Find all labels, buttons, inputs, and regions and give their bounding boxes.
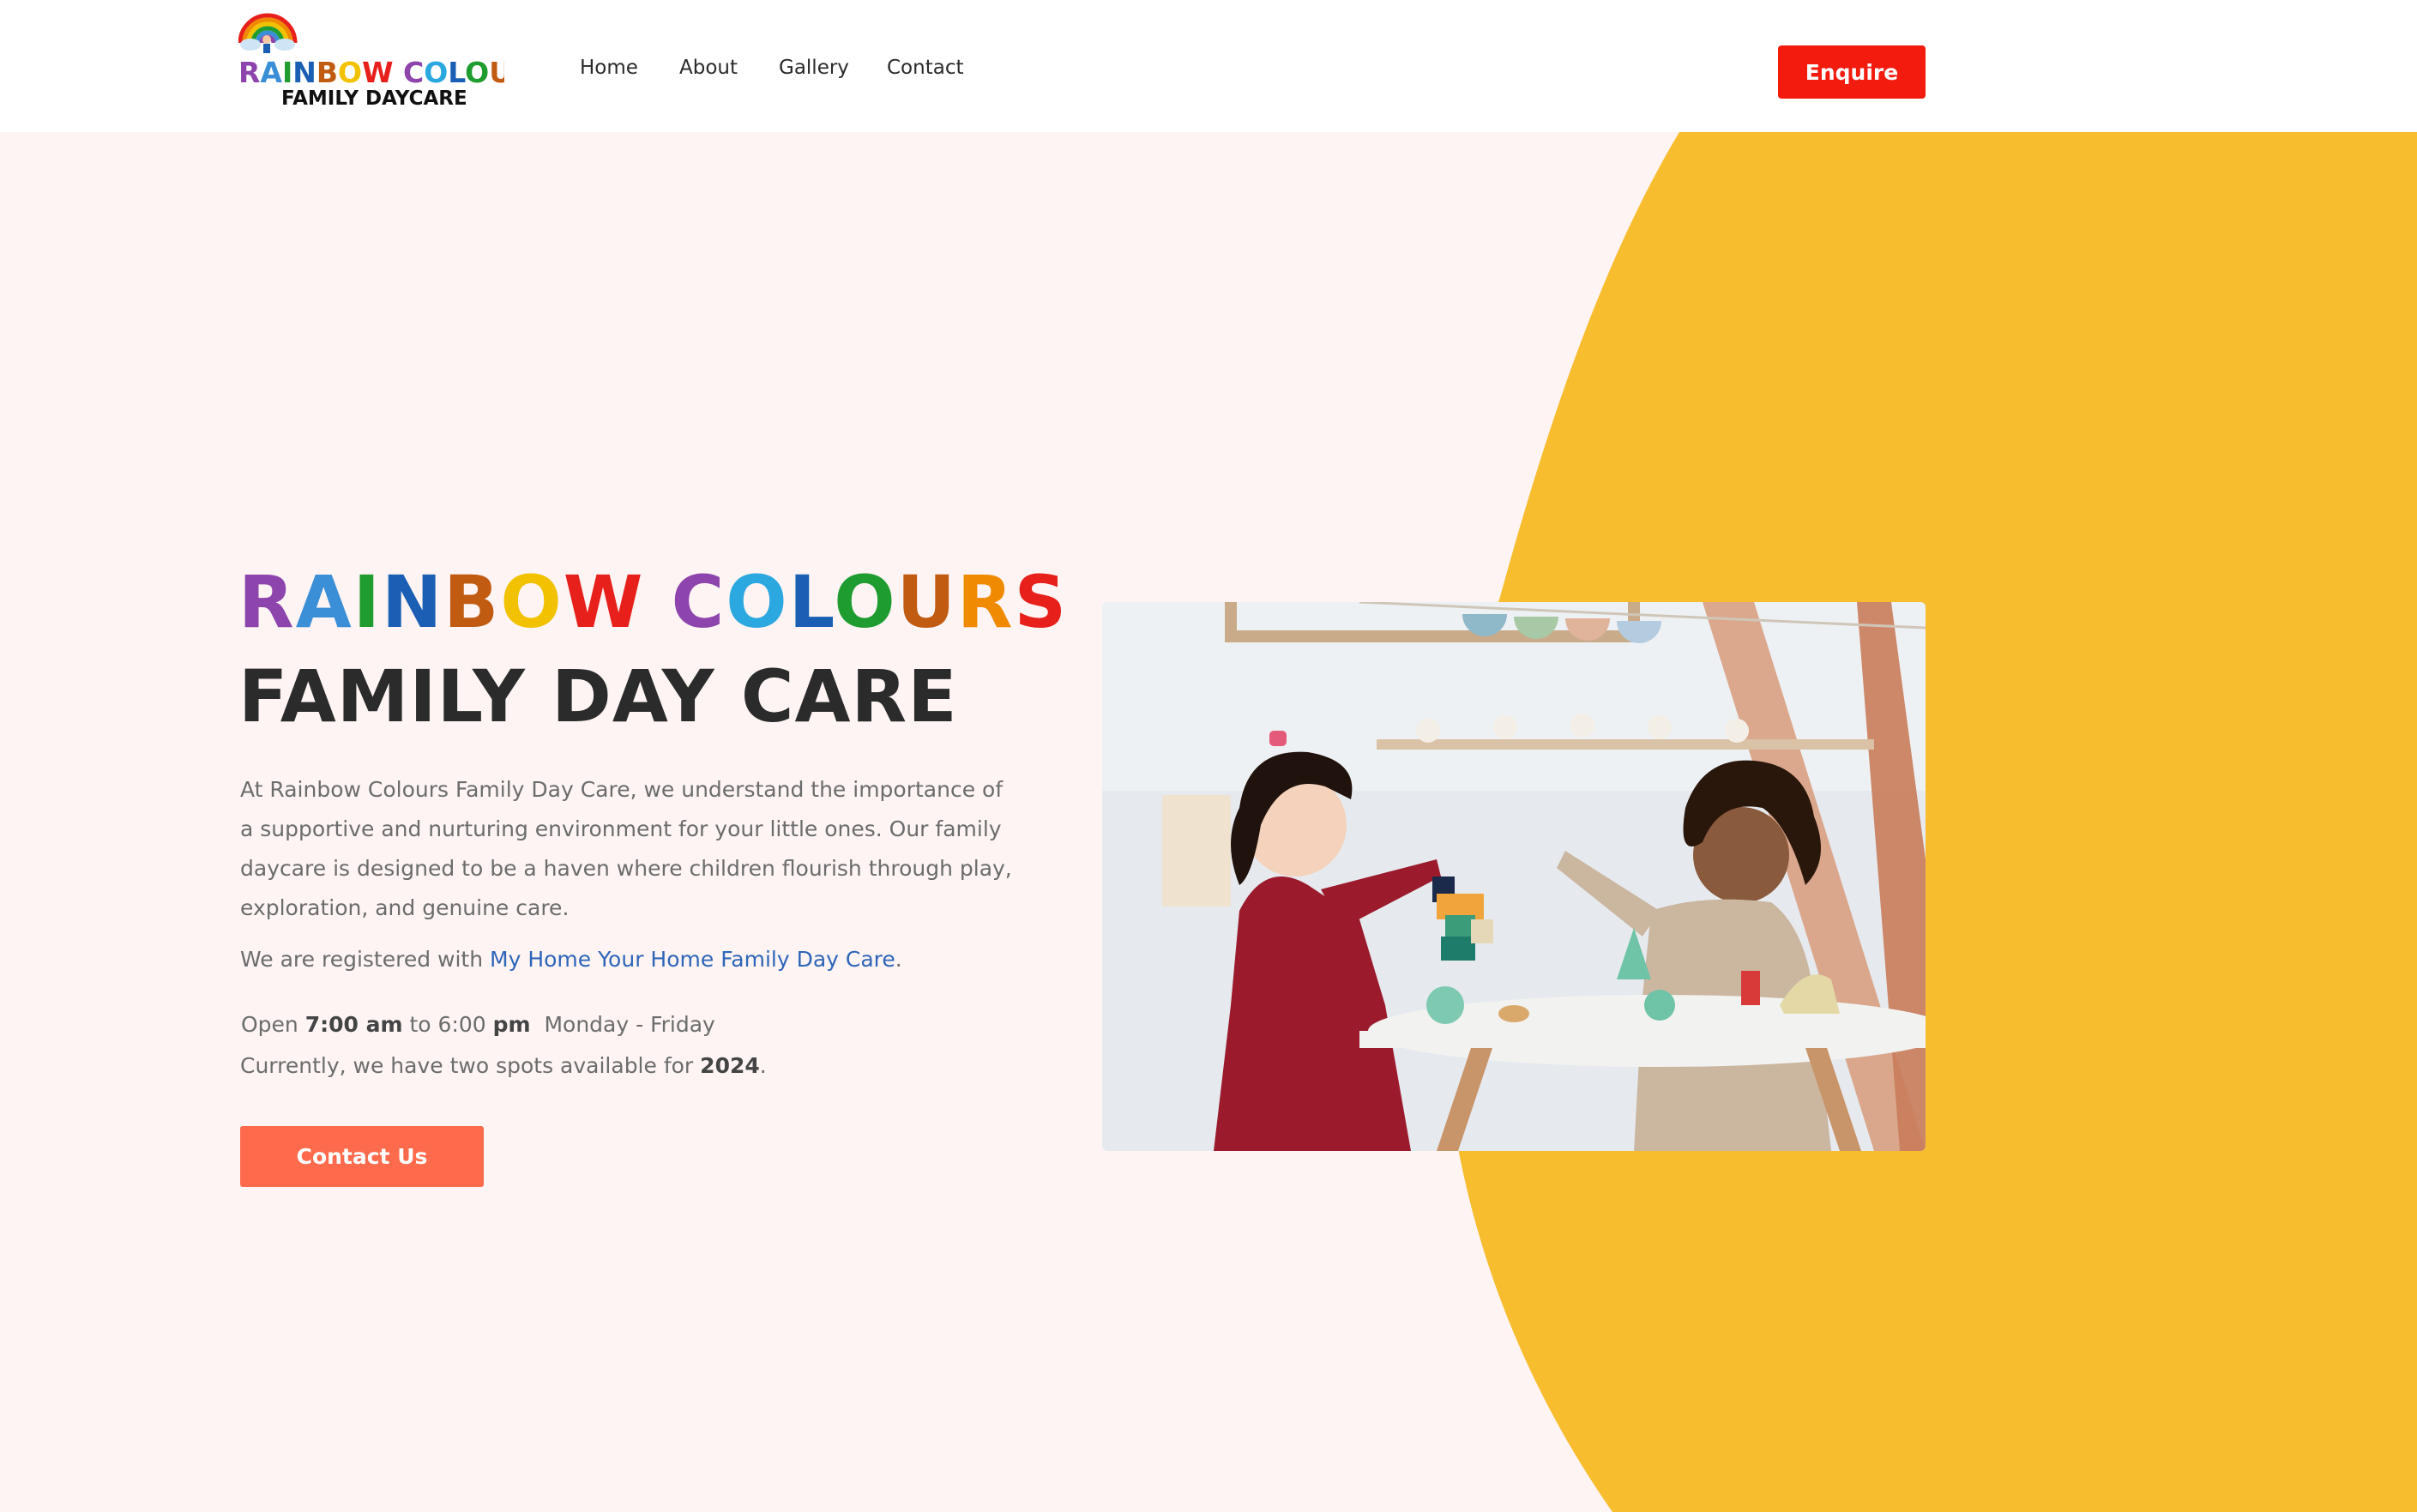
nav-gallery[interactable]: Gallery — [779, 57, 849, 79]
title-letter: O — [726, 560, 789, 644]
registered-suffix: . — [895, 947, 902, 972]
title-letter — [644, 560, 671, 644]
hours-start: 7:00 am — [304, 1012, 403, 1037]
rainbow-logo-icon: RAINBOW COLOURS FAMILY DAYCARE — [238, 13, 504, 110]
spots-year: 2024 — [700, 1053, 760, 1078]
enquire-button[interactable]: Enquire — [1778, 45, 1926, 99]
title-letter: L — [788, 560, 835, 644]
nav-contact[interactable]: Contact — [887, 57, 963, 79]
registered-prefix: We are registered with — [240, 947, 491, 972]
hero-title-subline: FAMILY DAY CARE — [238, 654, 958, 738]
svg-text:FAMILY DAYCARE: FAMILY DAYCARE — [281, 87, 467, 110]
logo[interactable]: RAINBOW COLOURS FAMILY DAYCARE — [238, 7, 504, 113]
hours-days: Monday - Friday — [530, 1012, 715, 1037]
svg-text:RAINBOW COLOURS: RAINBOW COLOURS — [238, 56, 504, 89]
hours-to: to 6:00 — [402, 1012, 493, 1037]
hours-pm: pm — [492, 1012, 531, 1037]
title-letter: A — [295, 560, 353, 644]
hero-title-rainbow: RAINBOW COLOURS — [238, 566, 1068, 638]
hours-open-label: Open — [241, 1012, 305, 1037]
site-header: RAINBOW COLOURS FAMILY DAYCARE Home Abou… — [0, 0, 2417, 132]
title-letter: R — [956, 560, 1015, 644]
spots-prefix: Currently, we have two spots available f… — [240, 1053, 701, 1078]
spots-suffix: . — [759, 1053, 767, 1078]
title-letter: N — [381, 560, 444, 644]
title-letter: C — [671, 560, 726, 644]
contact-us-button[interactable]: Contact Us — [240, 1126, 484, 1187]
title-letter: S — [1014, 560, 1069, 644]
nav-about[interactable]: About — [679, 57, 738, 79]
hero-photo — [1102, 602, 1926, 1151]
title-letter: O — [500, 560, 564, 644]
title-letter: U — [896, 560, 957, 644]
nav-home[interactable]: Home — [580, 57, 638, 79]
opening-hours: Open 7:00 am to 6:00 pm Monday - Friday — [241, 1012, 715, 1037]
children-playing-image — [1102, 602, 1926, 1151]
title-letter: O — [834, 560, 897, 644]
title-letter: W — [563, 560, 645, 644]
title-letter: B — [443, 560, 501, 644]
title-letter: R — [238, 560, 296, 644]
registered-link[interactable]: My Home Your Home Family Day Care — [490, 947, 895, 972]
title-letter: I — [353, 560, 382, 644]
registered-text: We are registered with My Home Your Home… — [240, 947, 902, 972]
spots-available: Currently, we have two spots available f… — [240, 1053, 767, 1078]
hero-intro: At Rainbow Colours Family Day Care, we u… — [240, 777, 1012, 920]
